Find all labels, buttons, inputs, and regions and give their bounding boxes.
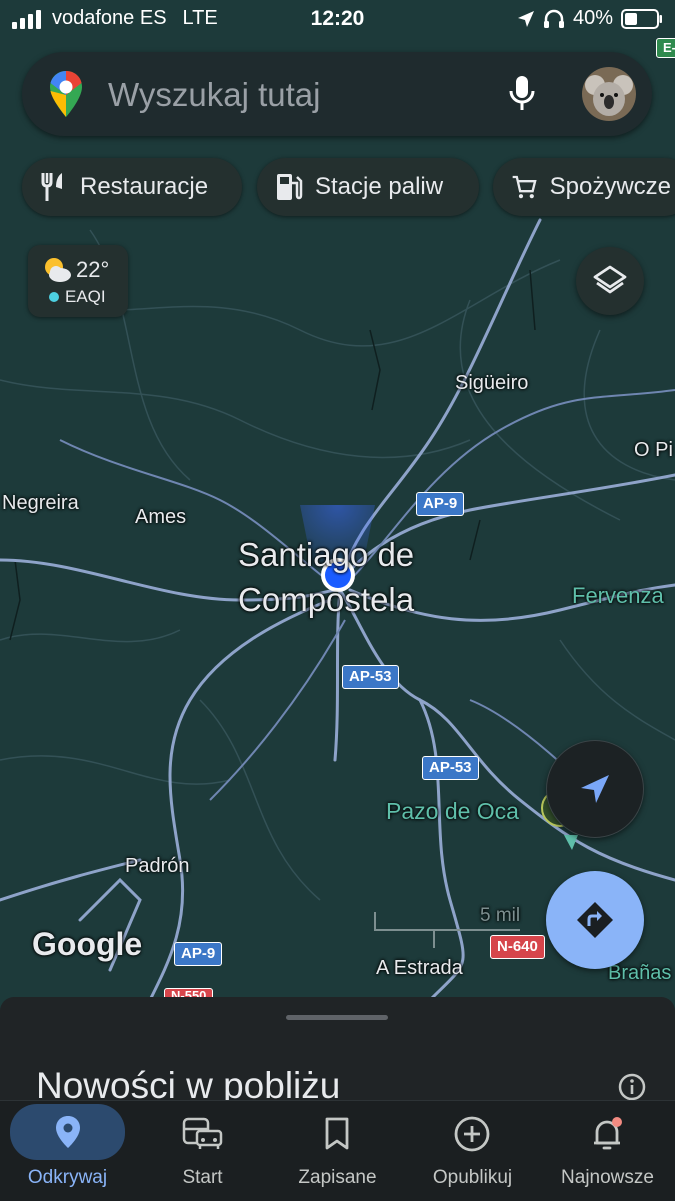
info-icon[interactable] <box>618 1073 646 1101</box>
search-bar[interactable]: Wyszukaj tutaj <box>22 52 652 136</box>
bookmark-icon <box>325 1117 349 1150</box>
road-shield-ap9-top: AP-9 <box>416 492 465 516</box>
road-shield-n640: N-640 <box>490 935 545 959</box>
directions-icon <box>577 902 613 938</box>
place-label-o-pino[interactable]: O Pi <box>634 439 673 462</box>
tab-updates-label: Najnowsze <box>561 1167 654 1188</box>
tab-contribute-icon-wrap <box>437 1107 507 1161</box>
place-label-santiago[interactable]: Santiago de Compostela <box>238 532 414 622</box>
chip-groceries-label: Spożywcze <box>549 173 671 200</box>
place-label-santiago-line2: Compostela <box>238 581 415 618</box>
location-arrow-icon <box>517 10 534 27</box>
tab-updates[interactable]: Najnowsze <box>540 1101 675 1201</box>
bottom-sheet[interactable]: Nowości w pobliżu <box>0 997 675 1107</box>
add-circle-icon <box>454 1116 490 1152</box>
chip-restaurants-label: Restauracje <box>80 173 209 200</box>
place-label-a-estrada[interactable]: A Estrada <box>376 957 463 980</box>
tab-explore-label: Odkrywaj <box>27 1167 108 1188</box>
tab-saved-icon-wrap <box>302 1107 372 1161</box>
place-label-ames[interactable]: Ames <box>135 506 186 529</box>
headphones-icon <box>543 9 564 28</box>
tab-contribute-label: Opublikuj <box>432 1167 513 1188</box>
sheet-drag-handle[interactable] <box>286 1015 388 1020</box>
aqi-dot-icon <box>49 292 59 302</box>
car-transit-icon <box>182 1117 223 1149</box>
cart-icon <box>512 175 537 199</box>
chip-gas-stations-label: Stacje paliw <box>315 173 444 200</box>
tab-explore[interactable]: Odkrywaj <box>0 1101 135 1201</box>
gas-station-icon <box>277 174 303 200</box>
partly-cloudy-icon <box>45 258 71 282</box>
battery-percent: 40% <box>572 7 613 29</box>
map-canvas[interactable] <box>0 0 675 1000</box>
chip-restaurants[interactable]: Restauracje <box>22 158 242 216</box>
directions-button[interactable] <box>546 871 644 969</box>
avatar[interactable] <box>582 67 636 121</box>
road-shield-ap53-a: AP-53 <box>342 665 399 689</box>
bell-icon <box>594 1117 622 1150</box>
poi-label-pazo-de-oca[interactable]: Pazo de Oca <box>386 798 519 825</box>
tab-updates-icon-wrap <box>572 1107 642 1161</box>
weather-temperature: 22° <box>76 257 110 282</box>
koala-avatar-icon <box>582 67 636 121</box>
fork-knife-icon <box>41 173 62 201</box>
tab-saved-label: Zapisane <box>298 1167 377 1188</box>
layers-button[interactable] <box>576 247 644 315</box>
battery-icon <box>621 8 662 29</box>
weather-widget[interactable]: 22° EAQI <box>28 245 128 317</box>
place-label-sigueiro[interactable]: Sigüeiro <box>455 372 528 395</box>
road-shield-ap53-b: AP-53 <box>422 756 479 780</box>
tab-saved[interactable]: Zapisane <box>270 1101 405 1201</box>
tab-contribute[interactable]: Opublikuj <box>405 1101 540 1201</box>
place-label-santiago-line1: Santiago de <box>238 536 415 573</box>
maps-logo-icon <box>50 71 82 117</box>
poi-label-fervenza[interactable]: Fervenza <box>572 583 664 609</box>
status-right: 40% <box>517 7 663 30</box>
bottom-navigation: Odkrywaj Start Zapisane Opublikuj Najnow… <box>0 1100 675 1201</box>
weather-aqi: EAQI <box>65 287 106 306</box>
tab-start-icon-wrap <box>167 1107 237 1161</box>
road-shield-ap9-bottom: AP-9 <box>174 942 223 966</box>
chip-groceries[interactable]: Spożywcze <box>493 158 675 216</box>
google-logo: Google <box>32 926 143 962</box>
navigation-arrow-icon <box>581 775 609 803</box>
tab-start-label: Start <box>182 1167 223 1188</box>
place-label-branas[interactable]: Brañas <box>608 962 671 985</box>
tab-explore-indicator <box>10 1104 125 1160</box>
my-location-button[interactable] <box>546 740 644 838</box>
place-label-padron[interactable]: Padrón <box>125 855 190 878</box>
place-label-negreira[interactable]: Negreira <box>2 492 79 515</box>
location-pin-icon <box>55 1116 80 1148</box>
status-bar: vodafone ES LTE 12:20 40% <box>0 0 675 40</box>
chip-gas-stations[interactable]: Stacje paliw <box>257 158 479 216</box>
scale-label: 5 mil <box>480 905 521 926</box>
microphone-icon[interactable] <box>508 74 536 114</box>
search-input[interactable]: Wyszukaj tutaj <box>108 76 320 114</box>
layers-icon <box>593 265 627 294</box>
road-shield-corner: E- <box>656 38 675 58</box>
tab-start[interactable]: Start <box>135 1101 270 1201</box>
